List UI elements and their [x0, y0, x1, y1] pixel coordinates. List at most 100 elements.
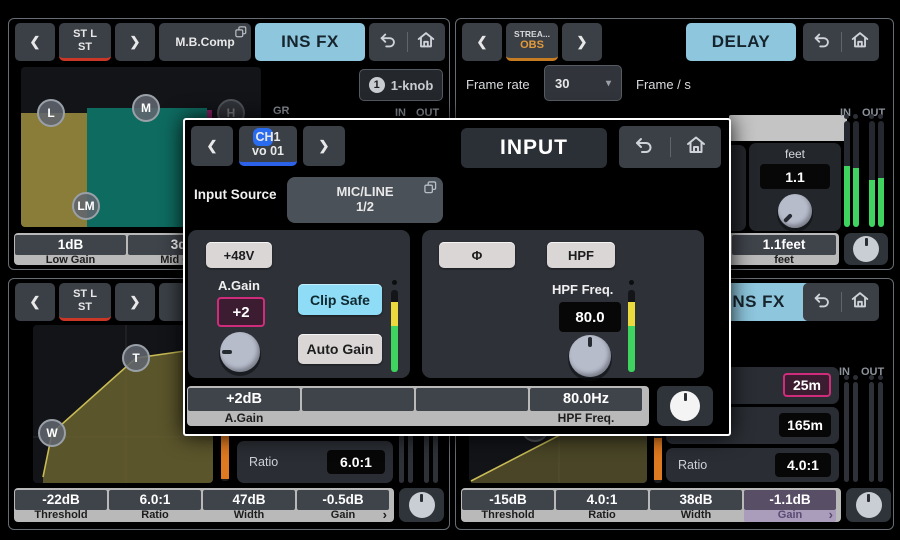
band-node-lm[interactable]: LM: [72, 192, 100, 220]
delay-scale-bar[interactable]: [729, 115, 847, 141]
tab-ins-fx[interactable]: INS FX: [255, 23, 365, 61]
footer-cell-width[interactable]: 38dB Width: [649, 488, 743, 522]
channel-select-button[interactable]: CH1 vo 01: [239, 126, 297, 166]
footer-label: Width: [202, 510, 296, 522]
home-button[interactable]: [849, 29, 871, 56]
footer-cell-empty[interactable]: [415, 386, 529, 426]
out-meter-r: [878, 121, 884, 227]
band-node-m[interactable]: M: [132, 94, 160, 122]
footer-cell-threshold[interactable]: -22dB Threshold: [14, 488, 108, 522]
ratio-value-box[interactable]: 4.0:1: [775, 453, 831, 477]
footer-cell-threshold[interactable]: -15dB Threshold: [461, 488, 555, 522]
footer-value: +2dB: [188, 388, 300, 411]
next-channel-button[interactable]: ❯: [115, 283, 155, 321]
parameter-footer: -22dB Threshold 6.0:1 Ratio 47dB Width -…: [14, 488, 394, 522]
footer-label: Width: [649, 510, 743, 522]
footer-cell-empty[interactable]: [301, 386, 415, 426]
footer-knob-button[interactable]: [844, 233, 888, 265]
again-value-box[interactable]: +2: [217, 297, 265, 327]
hpf-button[interactable]: HPF: [547, 242, 615, 268]
footer-knob-button[interactable]: [399, 488, 444, 522]
home-button[interactable]: [415, 29, 437, 56]
ratio-value-box[interactable]: 6.0:1: [327, 450, 385, 474]
footer-label: Gain›: [296, 510, 390, 522]
nav-group: [369, 23, 445, 61]
footer-label: Low Gain: [14, 255, 127, 266]
feet-value-box[interactable]: 1.1: [760, 164, 830, 189]
footer-value: -1.1dB: [744, 490, 836, 510]
divider: [841, 292, 842, 312]
width-node[interactable]: W: [38, 419, 66, 447]
prev-channel-button[interactable]: ❮: [462, 23, 502, 61]
footer-cell-ratio[interactable]: 4.0:1 Ratio: [555, 488, 649, 522]
divider: [670, 137, 671, 157]
prev-channel-button[interactable]: ❮: [191, 126, 233, 166]
attack-value-box[interactable]: 25m: [783, 373, 831, 397]
channel-select-button[interactable]: STREA... OBS: [506, 23, 558, 61]
phase-hpf-section: Φ HPF HPF Freq. 80.0: [422, 230, 704, 378]
input-source-line2: 1/2: [356, 200, 374, 215]
prev-channel-button[interactable]: ❮: [15, 283, 55, 321]
again-knob[interactable]: [220, 332, 260, 372]
channel-name-line2: ST: [78, 301, 92, 313]
channel-name-line2: vo 01: [252, 144, 284, 158]
channel-name-line1: STREA...: [514, 30, 550, 40]
footer-knob-button[interactable]: [846, 488, 891, 522]
mixer-screen: ❮ ST L ST ❯ M.B.Comp INS FX L M H LM: [0, 0, 900, 540]
next-channel-button[interactable]: ❯: [303, 126, 345, 166]
footer-cell-width[interactable]: 47dB Width: [202, 488, 296, 522]
home-button[interactable]: [849, 289, 871, 316]
tab-delay[interactable]: DELAY: [686, 23, 796, 61]
undo-button[interactable]: [811, 29, 833, 56]
auto-gain-button[interactable]: Auto Gain: [298, 334, 382, 364]
input-source-button[interactable]: MIC/LINE 1/2: [287, 177, 443, 223]
footer-cell-gain[interactable]: -0.5dB Gain›: [296, 488, 390, 522]
divider: [841, 32, 842, 52]
one-knob-button[interactable]: 1 1-knob: [359, 69, 443, 101]
release-value-box[interactable]: 165m: [779, 413, 831, 437]
input-source-line1: MIC/LINE: [336, 185, 393, 200]
footer-cell-low-gain[interactable]: 1dB Low Gain: [14, 233, 127, 265]
clip-safe-button[interactable]: Clip Safe: [298, 284, 382, 315]
next-channel-button[interactable]: ❯: [562, 23, 602, 61]
prev-channel-button[interactable]: ❮: [15, 23, 55, 61]
footer-label: Threshold: [14, 510, 108, 522]
footer-cell-ratio[interactable]: 6.0:1 Ratio: [108, 488, 202, 522]
ratio-row[interactable]: Ratio 6.0:1: [237, 441, 393, 483]
footer-label: Gain›: [744, 510, 836, 522]
expand-chevron-icon[interactable]: ›: [383, 509, 387, 520]
threshold-node[interactable]: T: [122, 344, 150, 372]
undo-button[interactable]: [377, 29, 399, 56]
footer-cell-gain-selected[interactable]: -1.1dB Gain›: [743, 488, 837, 522]
channel-name-line1: ST L: [73, 288, 97, 300]
in-meter-l: [844, 121, 850, 227]
phase-button[interactable]: Φ: [439, 242, 515, 268]
footer-value: 38dB: [650, 490, 742, 510]
dropdown-caret-icon: ▾: [606, 78, 611, 89]
footer-knob-button[interactable]: [657, 386, 713, 426]
library-button[interactable]: M.B.Comp: [159, 23, 251, 61]
channel-select-button[interactable]: ST L ST: [59, 283, 111, 321]
hpf-freq-knob[interactable]: [569, 335, 611, 377]
channel-name-line1: CH1: [255, 130, 280, 144]
undo-button[interactable]: [811, 289, 833, 316]
channel-select-button[interactable]: ST L ST: [59, 23, 111, 61]
footer-cell-feet[interactable]: 1.1feet feet: [731, 233, 837, 265]
expand-chevron-icon[interactable]: ›: [829, 509, 833, 520]
feet-knob[interactable]: [778, 194, 812, 228]
footer-cell-again[interactable]: +2dB A.Gain: [187, 386, 301, 426]
divider: [407, 32, 408, 52]
ratio-label: Ratio: [678, 458, 707, 472]
ratio-row[interactable]: Ratio 4.0:1: [666, 448, 839, 482]
footer-label: Ratio: [108, 510, 202, 522]
footer-label: Threshold: [461, 510, 555, 522]
out-meter-l: [869, 121, 875, 227]
undo-button[interactable]: [632, 133, 656, 162]
band-node-l[interactable]: L: [37, 99, 65, 127]
hpf-freq-value-box[interactable]: 80.0: [559, 302, 621, 332]
next-channel-button[interactable]: ❯: [115, 23, 155, 61]
phantom-48v-button[interactable]: +48V: [206, 242, 272, 268]
frame-rate-dropdown[interactable]: 30 ▾: [544, 65, 622, 101]
footer-cell-hpf-freq[interactable]: 80.0Hz HPF Freq.: [529, 386, 643, 426]
home-button[interactable]: [684, 133, 708, 162]
